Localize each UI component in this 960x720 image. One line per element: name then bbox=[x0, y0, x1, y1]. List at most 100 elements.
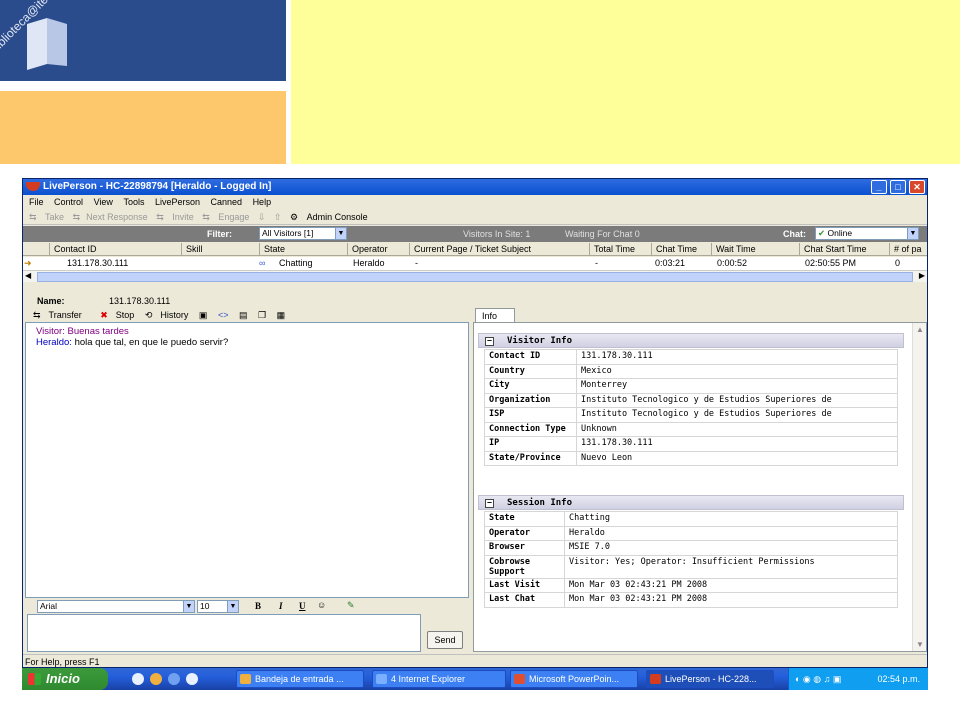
send-button[interactable]: Send bbox=[427, 631, 463, 649]
table-row: Organization Instituto Tecnologico y de E… bbox=[484, 392, 898, 408]
stop-button[interactable]: ✖ Stop bbox=[92, 310, 134, 320]
code-icon[interactable]: <> bbox=[218, 310, 229, 320]
next-response-button[interactable]: ⇆ Next Response bbox=[73, 212, 148, 222]
font-size-select[interactable]: 10 ▼ bbox=[197, 600, 239, 613]
title-bar[interactable]: LivePerson - HC-22898794 [Heraldo - Logg… bbox=[23, 179, 927, 195]
scroll-left-icon[interactable]: ◀ bbox=[25, 271, 31, 280]
chevron-down-icon[interactable]: ▼ bbox=[183, 601, 194, 612]
admin-console-button[interactable]: ⚙ Admin Console bbox=[290, 212, 368, 222]
session-info-header[interactable]: − Session Info bbox=[478, 495, 904, 510]
column-header[interactable]: Current Page / Ticket Subject bbox=[409, 243, 589, 256]
task-liveperson[interactable]: LivePerson - HC-228... bbox=[646, 670, 774, 688]
filter-select[interactable]: All Visitors [1] ▼ bbox=[259, 227, 347, 240]
info-key: State bbox=[484, 511, 565, 527]
info-value: 131.178.30.111 bbox=[576, 349, 898, 365]
down-arrow-icon[interactable]: ⇩ bbox=[258, 212, 266, 222]
book-logo-icon bbox=[27, 18, 67, 70]
column-header[interactable]: Chat Time bbox=[651, 243, 711, 256]
column-header[interactable]: Skill bbox=[181, 243, 259, 256]
info-key: State/Province bbox=[484, 450, 577, 466]
chevron-down-icon[interactable]: ▼ bbox=[335, 228, 346, 239]
table-row[interactable]: ➜ 131.178.30.111 ∞ Chatting Heraldo - - … bbox=[23, 257, 927, 270]
menu-tools[interactable]: Tools bbox=[123, 197, 144, 207]
tab-info[interactable]: Info bbox=[475, 308, 515, 322]
chevron-down-icon[interactable]: ▼ bbox=[227, 601, 238, 612]
info-value: Visitor: Yes; Operator: Insufficient Per… bbox=[564, 554, 898, 579]
task-powerpoint[interactable]: Microsoft PowerPoin... bbox=[510, 670, 638, 688]
form-icon[interactable]: ▦ bbox=[277, 310, 286, 320]
quicklaunch-icon[interactable] bbox=[132, 673, 144, 685]
vertical-scrollbar[interactable]: ▲ ▼ bbox=[912, 323, 926, 651]
take-button[interactable]: ⇆ Take bbox=[29, 212, 64, 222]
column-header[interactable]: State bbox=[259, 243, 347, 256]
chat-transcript[interactable]: Visitor: Buenas tardes Heraldo: hola que… bbox=[25, 322, 469, 598]
italic-button[interactable]: I bbox=[279, 601, 283, 611]
tray-icons[interactable]: ◐ ◉ ◍ ♫ ▣ bbox=[795, 668, 841, 690]
emoticon-icon[interactable]: ☺ bbox=[317, 600, 326, 610]
cobrowse-icon[interactable]: ❐ bbox=[258, 310, 266, 320]
menu-canned[interactable]: Canned bbox=[211, 197, 243, 207]
column-header[interactable]: Chat Start Time bbox=[799, 243, 889, 256]
chat-status-select[interactable]: ✔ Online ▼ bbox=[815, 227, 919, 240]
column-header[interactable]: # of pa bbox=[889, 243, 927, 256]
name-value: 131.178.30.111 bbox=[109, 296, 171, 306]
push-page-icon[interactable]: ▤ bbox=[239, 310, 248, 320]
chat-text: hola que tal, en que le puedo servir? bbox=[74, 337, 229, 348]
name-label: Name: bbox=[37, 296, 65, 306]
table-row: Last Visit Mon Mar 03 02:43:21 PM 2008 bbox=[484, 577, 898, 593]
table-row: Browser MSIE 7.0 bbox=[484, 540, 898, 556]
spellcheck-icon[interactable]: ✎ bbox=[347, 600, 355, 611]
task-outlook[interactable]: Bandeja de entrada ... bbox=[236, 670, 364, 688]
underline-button[interactable]: U bbox=[299, 601, 306, 611]
column-header[interactable]: Contact ID bbox=[49, 243, 181, 256]
visitor-info-table: Contact ID 131.178.30.111 Country Mexico Cit… bbox=[484, 349, 898, 466]
engage-button[interactable]: ⇆ Engage bbox=[202, 212, 249, 222]
up-arrow-icon[interactable]: ⇧ bbox=[274, 212, 282, 222]
column-header[interactable]: Total Time bbox=[589, 243, 651, 256]
column-header[interactable]: Wait Time bbox=[711, 243, 799, 256]
task-internet-explorer[interactable]: 4 Internet Explorer bbox=[372, 670, 506, 688]
menu-help[interactable]: Help bbox=[253, 197, 272, 207]
chat-message: Visitor: Buenas tardes bbox=[36, 326, 458, 337]
quicklaunch-icon[interactable] bbox=[186, 673, 198, 685]
maximize-button[interactable]: □ bbox=[890, 180, 906, 194]
info-key: Operator bbox=[484, 525, 565, 541]
column-header[interactable]: Operator bbox=[347, 243, 409, 256]
collapse-icon[interactable]: − bbox=[485, 337, 494, 346]
window-icon[interactable]: ▣ bbox=[199, 310, 208, 320]
cell-chat-time: 0:03:21 bbox=[655, 258, 686, 268]
quicklaunch-icon[interactable] bbox=[168, 673, 180, 685]
system-tray: ◐ ◉ ◍ ♫ ▣ 02:54 p.m. bbox=[788, 668, 928, 690]
scroll-thumb[interactable] bbox=[37, 272, 913, 282]
table-row: ISP Instituto Tecnologico y de Estudios S… bbox=[484, 407, 898, 423]
cell-wait-time: 0:00:52 bbox=[717, 258, 748, 268]
info-value: Unknown bbox=[576, 421, 898, 437]
minimize-button[interactable]: _ bbox=[871, 180, 887, 194]
history-button[interactable]: ⟲ History bbox=[145, 310, 189, 320]
transfer-button[interactable]: ⇆ Transfer bbox=[33, 310, 82, 320]
menu-view[interactable]: View bbox=[94, 197, 113, 207]
cell-contact-id: 131.178.30.111 bbox=[67, 258, 129, 268]
menu-file[interactable]: File bbox=[29, 197, 44, 207]
visitor-grid-header: Contact ID Skill State Operator Current … bbox=[23, 243, 927, 256]
message-input[interactable] bbox=[27, 614, 421, 652]
quicklaunch-icon[interactable] bbox=[150, 673, 162, 685]
chevron-down-icon[interactable]: ▼ bbox=[907, 228, 918, 239]
horizontal-scrollbar[interactable]: ◀ ▶ bbox=[23, 270, 927, 282]
font-select[interactable]: Arial ▼ bbox=[37, 600, 195, 613]
scroll-right-icon[interactable]: ▶ bbox=[919, 271, 925, 280]
collapse-icon[interactable]: − bbox=[485, 499, 494, 508]
bold-button[interactable]: B bbox=[255, 601, 261, 611]
info-value: Instituto Tecnologico y de Estudios Supe… bbox=[576, 407, 898, 423]
start-button[interactable]: Inicio bbox=[22, 668, 108, 690]
menu-bar: File Control View Tools LivePerson Canne… bbox=[23, 196, 927, 209]
close-button[interactable]: ✕ bbox=[909, 180, 925, 194]
menu-control[interactable]: Control bbox=[54, 197, 83, 207]
status-text: For Help, press F1 bbox=[25, 657, 100, 667]
invite-button[interactable]: ⇆ Invite bbox=[156, 212, 194, 222]
scroll-down-icon[interactable]: ▼ bbox=[916, 640, 924, 649]
cell-current-page: - bbox=[415, 258, 418, 268]
menu-liveperson[interactable]: LivePerson bbox=[155, 197, 200, 207]
visitor-info-header[interactable]: − Visitor Info bbox=[478, 333, 904, 348]
scroll-up-icon[interactable]: ▲ bbox=[916, 325, 924, 334]
